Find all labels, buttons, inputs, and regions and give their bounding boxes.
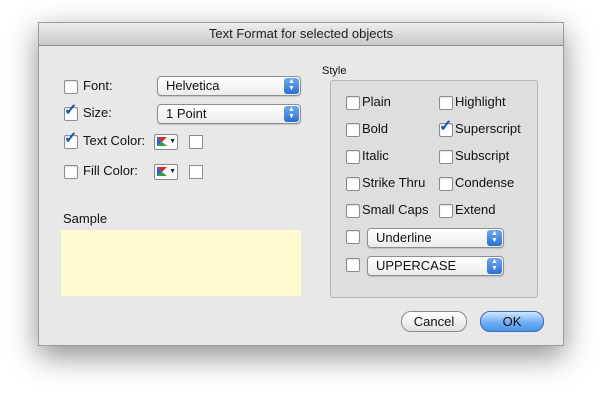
italic-checkbox[interactable] xyxy=(346,150,360,164)
subscript-label: Subscript xyxy=(455,148,510,163)
strike-thru-checkbox[interactable] xyxy=(346,177,360,191)
size-checkbox[interactable]: ✓ xyxy=(64,103,78,121)
underline-checkbox[interactable] xyxy=(346,230,360,244)
highlight-checkbox[interactable] xyxy=(439,96,453,110)
chevron-down-icon: ▼ xyxy=(169,138,176,145)
checkmark-icon: ✓ xyxy=(64,130,78,147)
extend-checkbox[interactable] xyxy=(439,204,453,218)
chevron-down-icon: ▼ xyxy=(169,168,176,175)
color-palette-icon xyxy=(157,137,167,146)
extend-label: Extend xyxy=(455,202,496,217)
size-popup-value: 1 Point xyxy=(166,106,207,121)
size-popup[interactable]: 1 Point ▲ ▼ xyxy=(157,104,301,124)
italic-label: Italic xyxy=(362,148,389,163)
font-label: Font: xyxy=(83,78,113,93)
condense-label: Condense xyxy=(455,175,515,190)
popup-arrows-icon: ▲ ▼ xyxy=(284,78,299,94)
style-group-label: Style xyxy=(322,65,347,77)
text-color-well[interactable] xyxy=(189,135,203,149)
fill-color-checkbox[interactable] xyxy=(64,165,78,179)
case-checkbox[interactable] xyxy=(346,258,360,272)
case-popup[interactable]: UPPERCASE ▲ ▼ xyxy=(367,256,504,276)
superscript-checkbox[interactable]: ✓ xyxy=(439,119,453,137)
size-label: Size: xyxy=(83,105,112,120)
underline-popup[interactable]: Underline ▲ ▼ xyxy=(367,228,504,248)
fill-color-label: Fill Color: xyxy=(83,163,138,178)
highlight-label: Highlight xyxy=(455,94,506,109)
font-popup[interactable]: Helvetica ▲ ▼ xyxy=(157,76,301,96)
text-color-checkbox[interactable]: ✓ xyxy=(64,131,78,149)
font-popup-value: Helvetica xyxy=(166,78,220,93)
cancel-button[interactable]: Cancel xyxy=(401,311,467,332)
popup-arrows-icon: ▲ ▼ xyxy=(487,258,502,274)
color-palette-icon xyxy=(157,167,167,176)
ok-button[interactable]: OK xyxy=(480,311,544,332)
fill-color-well[interactable] xyxy=(189,165,203,179)
sample-label: Sample xyxy=(63,211,108,226)
condense-checkbox[interactable] xyxy=(439,177,453,191)
checkmark-icon: ✓ xyxy=(64,102,78,119)
underline-popup-value: Underline xyxy=(376,230,432,245)
plain-checkbox[interactable] xyxy=(346,96,360,110)
text-color-label: Text Color: xyxy=(83,133,146,148)
font-checkbox[interactable] xyxy=(64,80,78,94)
checkmark-icon: ✓ xyxy=(439,118,453,135)
text-color-picker[interactable]: ▼ xyxy=(154,134,178,150)
plain-label: Plain xyxy=(362,94,391,109)
small-caps-checkbox[interactable] xyxy=(346,204,360,218)
popup-arrows-icon: ▲ ▼ xyxy=(487,230,502,246)
bold-checkbox[interactable] xyxy=(346,123,360,137)
bold-label: Bold xyxy=(362,121,389,136)
subscript-checkbox[interactable] xyxy=(439,150,453,164)
small-caps-label: Small Caps xyxy=(362,202,429,217)
text-format-dialog: Text Format for selected objects Font: H… xyxy=(38,22,564,346)
superscript-label: Superscript xyxy=(455,121,521,136)
sample-preview xyxy=(61,230,301,296)
strike-thru-label: Strike Thru xyxy=(362,175,426,190)
popup-arrows-icon: ▲ ▼ xyxy=(284,106,299,122)
case-popup-value: UPPERCASE xyxy=(376,258,457,273)
fill-color-picker[interactable]: ▼ xyxy=(154,164,178,180)
dialog-title: Text Format for selected objects xyxy=(39,23,563,46)
